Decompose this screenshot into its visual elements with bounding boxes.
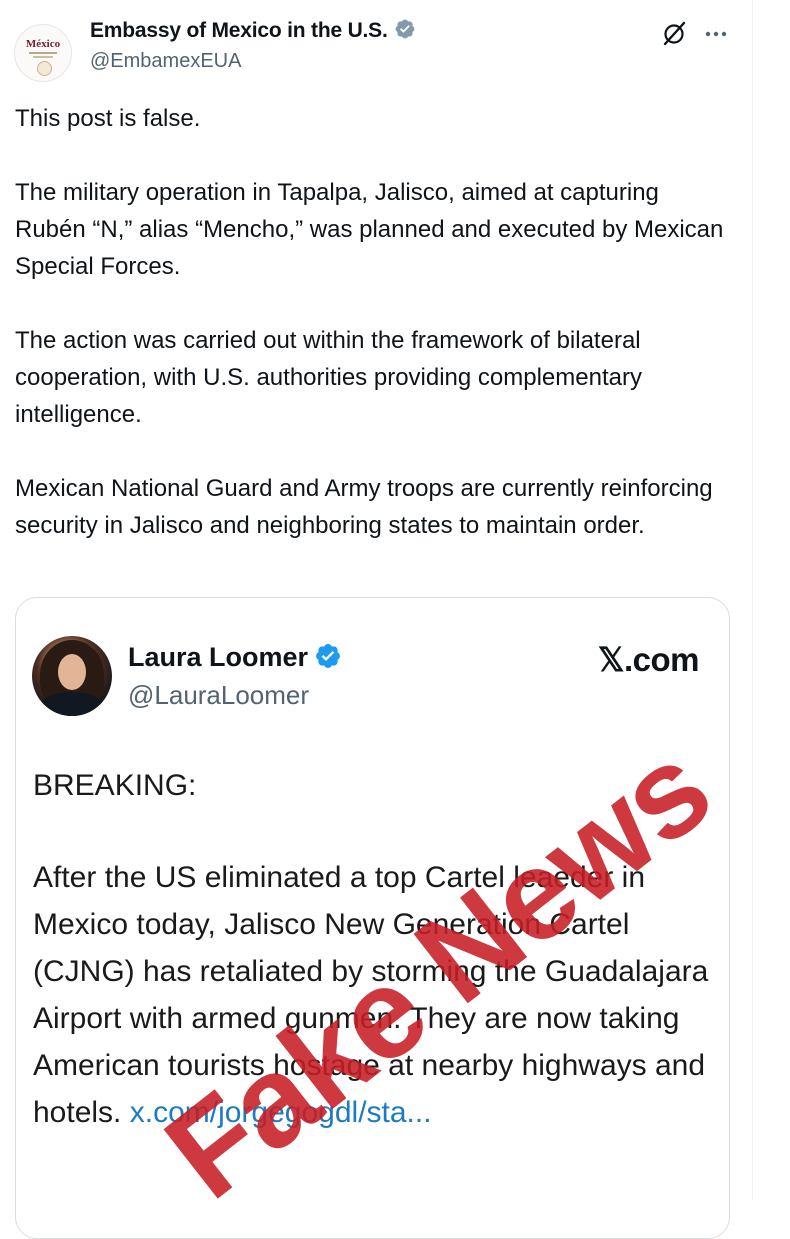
quoted-author-handle: @LauraLoomer [128,680,310,710]
timeline-divider [752,0,753,1200]
post-paragraph: The action was carried out within the fr… [15,327,642,428]
verified-badge-icon [395,19,415,39]
quoted-paragraph: After the US eliminated a top Cartel lea… [33,854,713,1136]
post-paragraph: The military operation in Tapalpa, Jalis… [15,179,724,280]
post-header: México Embassy of Mexico in the U.S. @Em… [14,14,734,84]
site-watermark: 𝕏.com [597,641,700,678]
quoted-link: x.com/jorgegogdl/sta... [129,1096,432,1129]
post-paragraph: Mexican National Guard and Army troops a… [15,475,713,539]
more-icon[interactable] [702,20,730,48]
author-avatar[interactable]: México [14,24,72,82]
quoted-heading: BREAKING: [33,769,197,802]
quoted-author-name: Laura Loomer [128,642,342,673]
quoted-post-image[interactable]: Laura Loomer @LauraLoomer 𝕏.com BREAKING… [15,597,730,1239]
author-handle[interactable]: @EmbamexEUA [90,50,241,73]
crest-icon [37,61,52,76]
quoted-author-avatar [32,636,112,716]
avatar-logo-text: México [25,38,61,50]
quoted-body: After the US eliminated a top Cartel lea… [33,861,709,1129]
post-paragraph: This post is false. [15,105,201,132]
author-name[interactable]: Embassy of Mexico in the U.S. [90,18,416,43]
post-text: This post is false. The military operati… [15,100,735,581]
grok-icon[interactable] [660,20,688,48]
quoted-text: BREAKING: After the US eliminated a top … [33,762,713,1181]
verified-badge-icon [316,644,341,668]
